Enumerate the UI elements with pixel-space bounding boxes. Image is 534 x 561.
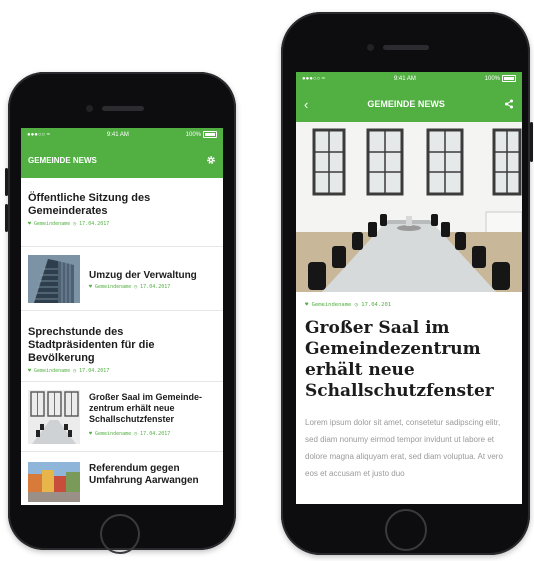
battery-icon <box>203 131 217 139</box>
hero-image <box>296 122 522 292</box>
news-meta: ♥ Gemeindename ◷ 17.04.2017 <box>89 431 171 437</box>
back-chevron-icon[interactable]: ‹ <box>304 97 308 112</box>
battery-icon <box>502 75 516 83</box>
share-icon[interactable] <box>504 99 514 109</box>
left-phone-screen: ●●●○○ ≈ 9:41 AM 100% GEMEINDE NEWS Öffen… <box>21 128 223 505</box>
list-item[interactable]: Umzug der Verwaltung ♥ Gemeindename ◷ 17… <box>21 247 223 311</box>
news-meta: ♥ Gemeindename ◷ 17.04.2017 <box>28 368 110 374</box>
list-item[interactable]: Referendum gegen Umfahrung Aarwangen <box>21 452 223 505</box>
building-thumbnail <box>28 255 80 303</box>
news-meta: ♥ Gemeindename ◷ 17.04.2017 <box>28 221 110 227</box>
left-phone-speaker <box>102 106 144 111</box>
news-meta: ♥ Gemeindename ◷ 17.04.2017 <box>89 284 171 290</box>
left-phone: ●●●○○ ≈ 9:41 AM 100% GEMEINDE NEWS Öffen… <box>5 72 236 554</box>
app-title: GEMEINDE NEWS <box>28 155 97 165</box>
news-title: Umzug der Verwaltung <box>89 270 197 281</box>
carrier-signal: ●●●○○ ≈ <box>27 132 51 138</box>
app-bar: ‹ GEMEINDE NEWS <box>296 86 522 122</box>
right-phone: ●●●○○ ≈ 9:41 AM 100% ‹ GEMEINDE NEWS ♥ G… <box>281 12 533 555</box>
left-phone-side-button <box>5 168 8 196</box>
app-title: GEMEINDE NEWS <box>367 99 445 109</box>
battery-status: 100% <box>485 75 516 83</box>
home-button[interactable] <box>100 514 140 554</box>
right-phone-camera <box>367 44 374 51</box>
news-title: Sprechstunde des Stadtpräsidenten für di… <box>28 326 155 364</box>
news-title: Referendum gegen Umfahrung Aarwangen <box>89 463 199 486</box>
status-bar: ●●●○○ ≈ 9:41 AM 100% <box>296 72 522 86</box>
right-phone-side-button <box>530 122 533 162</box>
status-time: 9:41 AM <box>106 132 129 138</box>
home-button[interactable] <box>385 509 427 551</box>
article-headline: Großer Saal im Gemeindezentrum erhält ne… <box>305 318 494 401</box>
battery-status: 100% <box>186 131 217 139</box>
right-phone-speaker <box>383 45 429 50</box>
left-phone-camera <box>86 105 93 112</box>
street-thumbnail <box>28 462 80 502</box>
article-meta: ♥ Gemeindename ◷ 17.04.201 <box>305 302 392 308</box>
news-title: Großer Saal im Gemeinde-zentrum erhält n… <box>89 392 203 424</box>
article-body: Lorem ipsum dolor sit amet, consetetur s… <box>305 418 503 478</box>
list-item[interactable]: Öffentliche Sitzung des Gemeinderates ♥ … <box>21 178 223 247</box>
meeting-room-thumbnail <box>28 390 80 444</box>
status-time: 9:41 AM <box>393 76 416 82</box>
list-item[interactable]: Sprechstunde des Stadtpräsidenten für di… <box>21 311 223 382</box>
list-item[interactable]: Großer Saal im Gemeinde-zentrum erhält n… <box>21 382 223 452</box>
news-title: Öffentliche Sitzung des Gemeinderates <box>28 192 151 217</box>
app-bar: GEMEINDE NEWS <box>21 142 223 178</box>
gear-icon[interactable] <box>206 155 216 165</box>
left-phone-side-button <box>5 204 8 232</box>
status-bar: ●●●○○ ≈ 9:41 AM 100% <box>21 128 223 142</box>
carrier-signal: ●●●○○ ≈ <box>302 76 326 82</box>
right-phone-screen: ●●●○○ ≈ 9:41 AM 100% ‹ GEMEINDE NEWS ♥ G… <box>296 72 522 504</box>
